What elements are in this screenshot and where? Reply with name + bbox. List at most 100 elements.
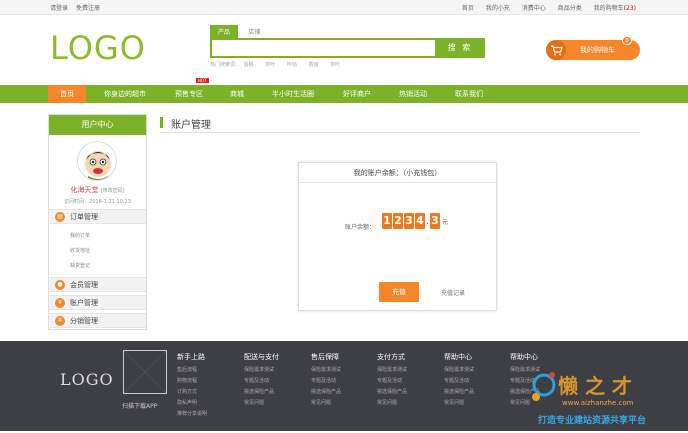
footer-link[interactable]: 挑选保险产品: [311, 387, 341, 398]
balance-digits: 1234.3元: [382, 213, 448, 229]
qr-code: [123, 350, 167, 394]
footer-link[interactable]: 常见问题: [244, 398, 279, 409]
top-cart-label: 我的购物车: [593, 5, 624, 12]
footer-link[interactable]: 专题及活动: [244, 376, 279, 387]
top-link-home[interactable]: 首页: [462, 5, 474, 12]
cart-icon: [546, 40, 566, 60]
search-button[interactable]: 搜 索: [435, 38, 485, 58]
avatar[interactable]: [77, 141, 117, 181]
sidebar-section-account[interactable]: ¥ 账户管理: [49, 295, 146, 310]
top-link-consume[interactable]: 消费中心: [522, 5, 546, 12]
footer-link[interactable]: 保险需求测试: [377, 365, 407, 376]
footer-column-title: 售后保障: [311, 353, 339, 361]
username-text: 化海天堂: [70, 186, 99, 194]
footer-link[interactable]: 常见问题: [444, 398, 474, 409]
balance-panel: 我的账户余额：（小充钱包） 账户余额： 1234.3元 充值 充值记录: [298, 162, 497, 311]
balance-digit: 1: [382, 213, 392, 229]
hot-word[interactable]: 茶叶: [265, 62, 275, 68]
hot-search-words: 热门搜索词： 首糕 茶叶 咔咕 香菇 茶叶: [210, 61, 485, 68]
order-icon: ▤: [55, 212, 65, 222]
balance-panel-title: 我的账户余额：（小充钱包）: [299, 163, 496, 183]
nav-item-home[interactable]: 首页: [48, 85, 86, 103]
svg-text:懒 之 才: 懒 之 才: [558, 374, 632, 398]
recharge-button[interactable]: 充值: [379, 282, 419, 302]
balance-digit: 2: [393, 213, 403, 229]
login-time: 访问时间：2016-1-21 10:23: [64, 199, 131, 205]
sidebar-section-members[interactable]: ● 会员管理: [49, 277, 146, 292]
top-cart-count: (23): [623, 5, 636, 12]
watermark: 懒 之 才 www.aizhanzhe.com 打造专业建站资源共享平台: [520, 353, 688, 431]
nav-item-hot-activity[interactable]: 热销活动: [390, 85, 436, 103]
svg-text:www.aizhanzhe.com: www.aizhanzhe.com: [562, 399, 634, 407]
footer-column-title: 帮助中心: [444, 353, 472, 361]
recharge-record-link[interactable]: 充值记录: [441, 288, 465, 297]
cart-count-badge: 0: [622, 36, 632, 45]
qr-label: 扫描下载APP: [122, 403, 158, 410]
footer-link[interactable]: 保险需求测试: [244, 365, 279, 376]
hot-word[interactable]: 咔咕: [287, 62, 297, 68]
footer-column-title: 支付方式: [377, 353, 405, 361]
search-tab-shop[interactable]: 店铺: [240, 25, 268, 38]
footer: LOGO 扫描下载APP 新手上路 售后流程 购物流程 订购方式 隐私声明 推荐…: [0, 341, 688, 431]
footer-column: 帮助中心 保险需求测试 专题及活动 挑选保险产品 常见问题: [444, 352, 474, 409]
cart-label: 我的购物车: [580, 46, 615, 54]
balance-digit: 3: [430, 213, 440, 229]
footer-link[interactable]: 推荐分享说明: [177, 409, 207, 420]
user-sidebar: 用户中心 化海天堂 [修改密码] 访问时间：2016-1-21 10:23 ▤ …: [48, 114, 147, 330]
sidebar-section-label: 分销管理: [70, 317, 98, 325]
nav-item-contact[interactable]: 联系我们: [446, 85, 492, 103]
footer-link[interactable]: 常见问题: [311, 398, 341, 409]
footer-link[interactable]: 专题及活动: [444, 376, 474, 387]
top-cart-link[interactable]: 我的购物车(23): [594, 5, 636, 12]
top-bar: 请登录 免费注册 首页 我的小充 消费中心 商品分类 我的购物车(23): [0, 0, 688, 15]
hot-badge: HOT: [196, 78, 209, 83]
hot-word[interactable]: 首糕: [244, 62, 254, 68]
page-title: 账户管理: [160, 116, 640, 133]
footer-link[interactable]: 专题及活动: [377, 376, 407, 387]
search-tab-product[interactable]: 产品: [210, 25, 239, 38]
sidebar-title: 用户中心: [49, 115, 146, 135]
login-link[interactable]: 请登录: [50, 5, 68, 12]
top-link-my[interactable]: 我的小充: [486, 5, 510, 12]
hot-search-label: 热门搜索词：: [210, 62, 241, 68]
search-input[interactable]: 搜 索: [210, 38, 485, 58]
footer-link[interactable]: 常见问题: [377, 398, 407, 409]
yen-icon: ¥: [55, 298, 65, 308]
sidebar-item-stockout[interactable]: 缺货登记: [70, 262, 90, 269]
main-content: 账户管理: [160, 116, 640, 133]
footer-link[interactable]: 售后流程: [177, 365, 207, 376]
footer-link[interactable]: 专题及活动: [311, 376, 341, 387]
gear-icon: ✲: [55, 316, 65, 326]
nav-item-presale[interactable]: 预售专区: [166, 85, 212, 103]
register-link[interactable]: 免费注册: [76, 5, 100, 12]
watermark-logo: 懒 之 才 www.aizhanzhe.com 打造专业建站资源共享平台: [532, 372, 646, 426]
sidebar-item-address[interactable]: 收货地址: [70, 247, 90, 254]
footer-link[interactable]: 挑选保险产品: [377, 387, 407, 398]
nav-item-halfhour[interactable]: 半小时生活圈: [262, 85, 324, 103]
footer-link[interactable]: 挑选保险产品: [444, 387, 474, 398]
footer-link[interactable]: 保险需求测试: [444, 365, 474, 376]
footer-column: 新手上路 售后流程 购物流程 订购方式 隐私声明 推荐分享说明: [177, 352, 207, 420]
sidebar-section-label: 账户管理: [70, 299, 98, 307]
sidebar-section-orders[interactable]: ▤ 订单管理: [49, 209, 146, 224]
nav-item-mall[interactable]: 商城: [220, 85, 254, 103]
top-link-category[interactable]: 商品分类: [558, 5, 582, 12]
footer-link[interactable]: 订购方式: [177, 387, 207, 398]
footer-link[interactable]: 挑选保险产品: [244, 387, 279, 398]
site-logo[interactable]: LOGO: [50, 29, 146, 67]
search-area: 产品 店铺 搜 索 热门搜索词： 首糕 茶叶 咔咕 香菇 茶叶: [210, 25, 485, 68]
edit-password-link[interactable]: [修改密码]: [101, 188, 125, 194]
username: 化海天堂 [修改密码]: [49, 185, 146, 195]
footer-link[interactable]: 隐私声明: [177, 398, 207, 409]
sidebar-section-distribution[interactable]: ✲ 分销管理: [49, 313, 146, 328]
cart-button[interactable]: 我的购物车 0: [546, 36, 640, 60]
hot-word[interactable]: 茶叶: [330, 62, 340, 68]
nav-item-good-merchants[interactable]: 好评商户: [334, 85, 380, 103]
footer-logo: LOGO: [60, 370, 114, 389]
footer-link[interactable]: 保险需求测试: [311, 365, 341, 376]
sidebar-item-my-orders[interactable]: 我的订单: [70, 232, 90, 239]
nav-item-supermarket[interactable]: 你身边的超市: [94, 85, 156, 103]
hot-word[interactable]: 香菇: [308, 62, 318, 68]
footer-column: 配送与支付 保险需求测试 专题及活动 挑选保险产品 常见问题: [244, 352, 279, 409]
footer-link[interactable]: 购物流程: [177, 376, 207, 387]
